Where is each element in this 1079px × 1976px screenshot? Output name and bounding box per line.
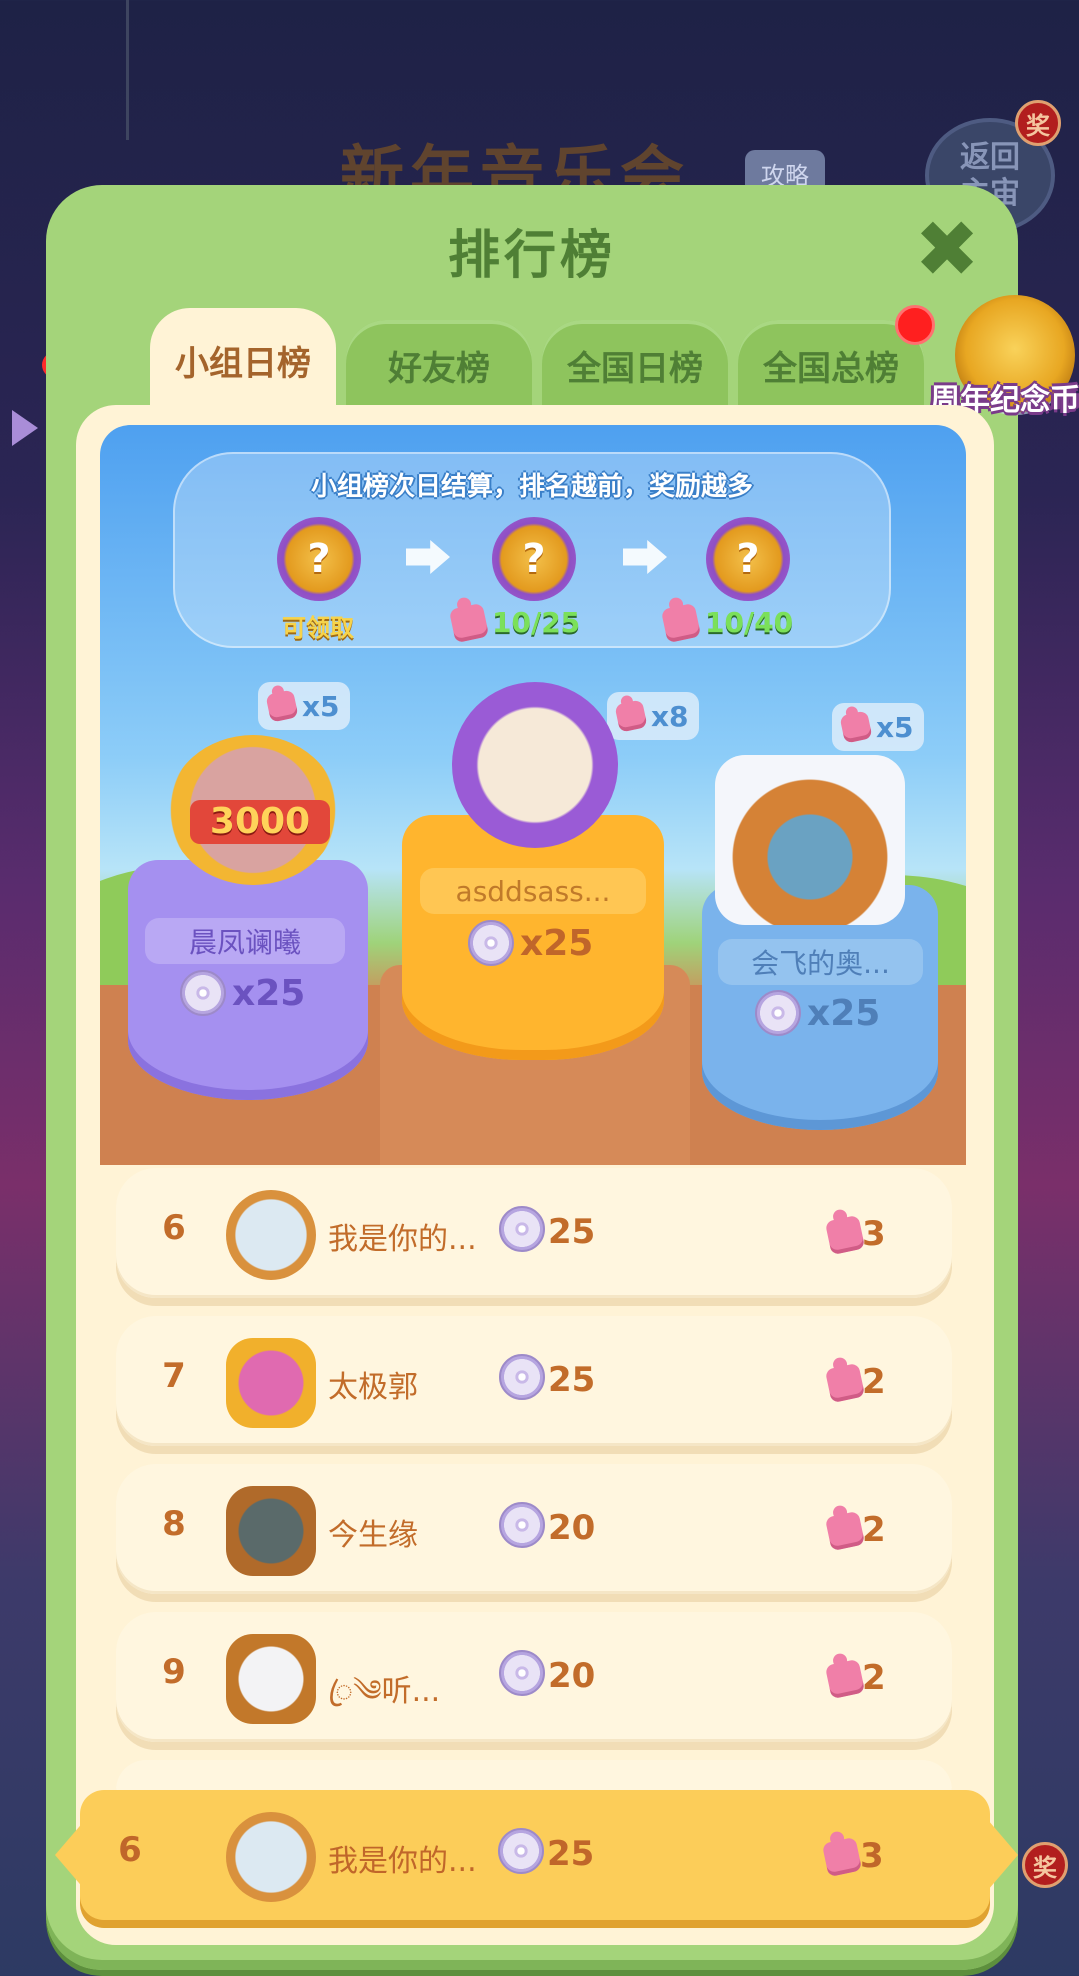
row-avatar[interactable] [226, 1338, 316, 1428]
leaderboard-row[interactable]: 8 今生缘 20 2 [116, 1464, 952, 1594]
podium-1-bonus-value: x8 [651, 699, 689, 733]
cd-disc-icon [468, 920, 514, 966]
podium-3-bonus-value: x5 [876, 710, 914, 744]
cd-disc-icon [499, 1206, 545, 1252]
cd-disc-icon [498, 1828, 544, 1874]
row-rank: 9 [162, 1652, 186, 1692]
tab-notification-dot [895, 305, 935, 345]
podium-3-bonus: x5 [832, 703, 924, 751]
podium-3-name: 会飞的奥... [718, 939, 923, 985]
puzzle-piece-icon [660, 602, 702, 644]
leaderboard-row[interactable]: 6 我是你的... 25 3 [116, 1168, 952, 1298]
gift-1-status: 可领取 [282, 614, 354, 642]
close-icon[interactable]: ✖ [912, 211, 982, 289]
podium-2-bonus-value: x5 [302, 689, 340, 723]
podium-2-name: 晨凤谰曦 [145, 918, 345, 964]
gift-icon-2[interactable]: ? [492, 517, 576, 601]
row-pieces: 2 [862, 1510, 886, 1550]
row-score: 25 [548, 1212, 596, 1252]
row-rank: 7 [162, 1356, 186, 1396]
cd-disc-icon [755, 990, 801, 1036]
podium-1-bonus: x8 [607, 692, 699, 740]
row-score: 20 [548, 1656, 596, 1696]
podium-1-reward: x25 [468, 920, 593, 966]
podium-2-reward: x25 [180, 970, 305, 1016]
leaderboard-row[interactable]: 9 ꦿ༄听... 20 2 [116, 1612, 952, 1742]
puzzle-piece-icon [824, 1658, 866, 1700]
reward-badge-top: 奖 [1015, 100, 1061, 146]
puzzle-piece-icon [614, 699, 648, 733]
tab-bar: 小组日榜 好友榜 全国日榜 全国总榜 [150, 308, 970, 423]
panel-title: 排行榜 [447, 226, 616, 286]
podium-1-reward-value: x25 [520, 922, 594, 964]
row-score: 25 [548, 1360, 596, 1400]
gift-2-progress: 10/25 [492, 606, 581, 639]
row-avatar[interactable] [226, 1634, 316, 1724]
podium-1-avatar[interactable] [452, 682, 618, 848]
row-name: 今生缘 [328, 1518, 418, 1553]
my-pieces: 3 [860, 1836, 884, 1876]
podium-3-reward-value: x25 [807, 992, 881, 1034]
side-arrow-icon[interactable] [12, 410, 38, 446]
row-score: 20 [548, 1508, 596, 1548]
my-name: 我是你的... [328, 1844, 477, 1879]
puzzle-piece-icon [448, 602, 490, 644]
puzzle-piece-icon [824, 1362, 866, 1404]
cd-disc-icon [499, 1650, 545, 1696]
cd-disc-icon [180, 970, 226, 1016]
puzzle-piece-icon [824, 1214, 866, 1256]
row-name: 太极郭 [328, 1370, 418, 1405]
gift-3-progress: 10/40 [705, 606, 794, 639]
my-score: 25 [547, 1834, 595, 1874]
podium-2-frame-label: 3000 [190, 800, 330, 844]
puzzle-piece-icon [821, 1836, 863, 1878]
row-name: 我是你的... [328, 1222, 477, 1257]
lamp-wire [126, 0, 129, 140]
reward-badge-bottom: 奖 [1022, 1842, 1068, 1888]
podium-1-name: asddsass... [420, 868, 646, 914]
cd-disc-icon [499, 1502, 545, 1548]
row-rank: 8 [162, 1504, 186, 1544]
row-rank: 6 [162, 1208, 186, 1248]
puzzle-piece-icon [839, 710, 873, 744]
gift-icon-1[interactable]: ? [277, 517, 361, 601]
podium-3-avatar[interactable] [715, 755, 905, 925]
my-rank-row[interactable]: 6 我是你的... 25 3 [80, 1790, 990, 1920]
cd-disc-icon [499, 1354, 545, 1400]
puzzle-piece-icon [265, 689, 299, 723]
my-avatar[interactable] [226, 1812, 316, 1902]
gift-icon-3[interactable]: ? [706, 517, 790, 601]
row-name: ꦿ༄听... [328, 1674, 441, 1709]
row-pieces: 3 [862, 1214, 886, 1254]
my-row-right-tab [988, 1820, 1018, 1890]
row-avatar[interactable] [226, 1190, 316, 1280]
podium-3-reward: x25 [755, 990, 880, 1036]
podium-2-reward-value: x25 [232, 972, 306, 1014]
row-pieces: 2 [862, 1362, 886, 1402]
my-rank: 6 [118, 1830, 142, 1870]
row-avatar[interactable] [226, 1486, 316, 1576]
leaderboard-row[interactable]: 7 太极郭 25 2 [116, 1316, 952, 1446]
podium-2-bonus: x5 [258, 682, 350, 730]
row-pieces: 2 [862, 1658, 886, 1698]
puzzle-piece-icon [824, 1510, 866, 1552]
reward-track-title: 小组榜次日结算，排名越前，奖励越多 [310, 472, 753, 502]
